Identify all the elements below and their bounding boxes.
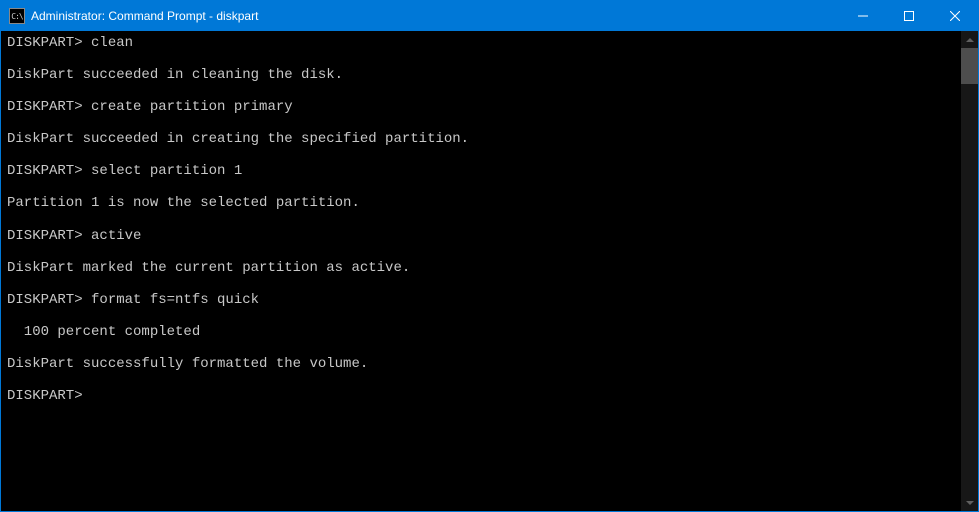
terminal-blank-line <box>7 340 957 356</box>
command-prompt-window: C:\ Administrator: Command Prompt - disk… <box>0 0 979 512</box>
terminal-command-line: DISKPART> create partition primary <box>7 99 957 115</box>
maximize-icon <box>904 11 914 21</box>
titlebar[interactable]: C:\ Administrator: Command Prompt - disk… <box>1 1 978 31</box>
window-controls <box>840 1 978 31</box>
close-button[interactable] <box>932 1 978 31</box>
terminal-command-line: DISKPART> clean <box>7 35 957 51</box>
terminal-command-line: DISKPART> select partition 1 <box>7 163 957 179</box>
chevron-up-icon <box>966 38 974 42</box>
terminal-blank-line <box>7 308 957 324</box>
terminal-blank-line <box>7 83 957 99</box>
terminal-blank-line <box>7 212 957 228</box>
terminal-command-line: DISKPART> <box>7 388 957 404</box>
maximize-button[interactable] <box>886 1 932 31</box>
terminal-blank-line <box>7 276 957 292</box>
scroll-up-arrow[interactable] <box>961 31 978 48</box>
terminal-blank-line <box>7 244 957 260</box>
terminal-output-line: Partition 1 is now the selected partitio… <box>7 195 957 211</box>
chevron-down-icon <box>966 501 974 505</box>
cmd-icon: C:\ <box>9 8 25 24</box>
minimize-button[interactable] <box>840 1 886 31</box>
terminal-output-line: 100 percent completed <box>7 324 957 340</box>
scroll-thumb[interactable] <box>961 48 978 84</box>
terminal-blank-line <box>7 51 957 67</box>
terminal-output-line: DiskPart succeeded in cleaning the disk. <box>7 67 957 83</box>
terminal-command-line: DISKPART> format fs=ntfs quick <box>7 292 957 308</box>
terminal-command-line: DISKPART> active <box>7 228 957 244</box>
window-title: Administrator: Command Prompt - diskpart <box>31 9 840 23</box>
terminal-output[interactable]: DISKPART> clean DiskPart succeeded in cle… <box>1 31 961 511</box>
terminal-blank-line <box>7 372 957 388</box>
scroll-track[interactable] <box>961 48 978 494</box>
terminal-blank-line <box>7 179 957 195</box>
terminal-blank-line <box>7 115 957 131</box>
scrollbar-vertical[interactable] <box>961 31 978 511</box>
terminal-output-line: DiskPart marked the current partition as… <box>7 260 957 276</box>
terminal-blank-line <box>7 147 957 163</box>
scroll-down-arrow[interactable] <box>961 494 978 511</box>
close-icon <box>950 11 960 21</box>
terminal-area: DISKPART> clean DiskPart succeeded in cle… <box>1 31 978 511</box>
terminal-output-line: DiskPart succeeded in creating the speci… <box>7 131 957 147</box>
minimize-icon <box>858 11 868 21</box>
terminal-output-line: DiskPart successfully formatted the volu… <box>7 356 957 372</box>
